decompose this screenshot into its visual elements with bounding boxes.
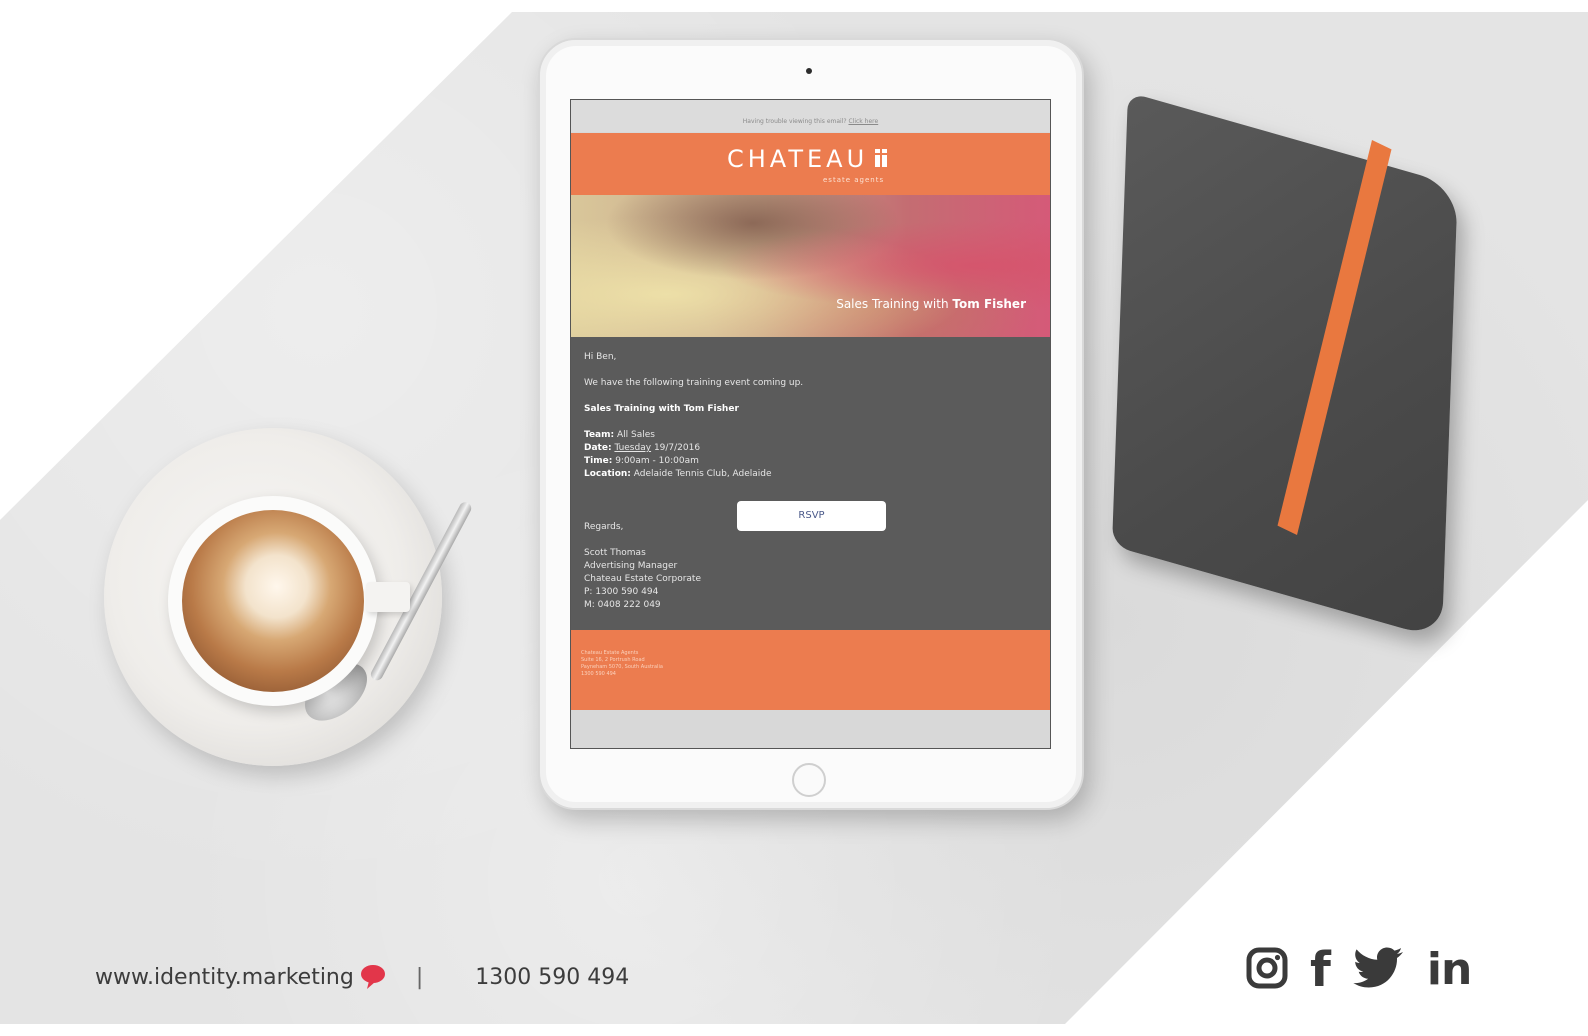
cup-handle [366,582,410,612]
signature-company: Chateau Estate Corporate [584,574,701,584]
email-preheader: Having trouble viewing this email? Click… [571,100,1050,132]
location-line: Location: Adelaide Tennis Club, Adelaide [584,468,1037,481]
location-label: Location: [584,469,631,479]
camera-icon [806,68,812,74]
notebook [1112,92,1458,640]
time-label: Time: [584,456,613,466]
instagram-icon[interactable] [1246,947,1288,993]
speech-bubble-icon [360,964,386,990]
footer-line: 1300 590 494 [581,671,616,677]
brand-logo-mark-icon [875,149,889,167]
time-value: 9:00am - 10:00am [615,456,699,466]
brand-tagline: estate agents [823,176,885,184]
date-value: 19/7/2016 [653,443,701,453]
phone-number[interactable]: 1300 590 494 [475,965,629,990]
email-body: Hi Ben, We have the following training e… [571,337,1050,630]
location-value: Adelaide Tennis Club, Adelaide [633,469,772,479]
event-title: Sales Training with Tom Fisher [584,404,739,414]
linkedin-icon[interactable]: in [1427,946,1472,994]
email-footer: Chateau Estate Agents Suite 16, 2 Portru… [571,630,1050,710]
signature-phone: P: 1300 590 494 [584,587,659,597]
site-footer: www.identity.marketing | 1300 590 494 [95,960,629,994]
hero-caption-name: Tom Fisher [952,297,1026,311]
time-line: Time: 9:00am - 10:00am [584,455,1037,468]
date-line: Date: Tuesday 19/7/2016 [584,442,1037,455]
greeting: Hi Ben, [584,352,617,362]
team-label: Team: [584,430,615,440]
footer-divider: | [415,964,424,990]
date-label: Date: [584,443,612,453]
home-button[interactable] [792,763,826,797]
signature-title: Advertising Manager [584,561,678,571]
email-brand-bar: CHATEAU estate agents [571,133,1050,195]
intro-text: We have the following training event com… [584,378,804,388]
signature-name: Scott Thomas [584,548,646,558]
date-day: Tuesday [614,443,652,453]
social-links: f in [1246,946,1472,994]
website-link[interactable]: www.identity.marketing [95,965,354,990]
email-hero-image: Sales Training with Tom Fisher [571,195,1050,337]
team-value: All Sales [616,430,655,440]
email-bottom-margin [571,710,1050,748]
signature-mobile: M: 0408 222 049 [584,600,661,610]
team-line: Team: All Sales [584,429,1037,442]
hero-caption-prefix: Sales Training with [836,297,949,311]
facebook-icon[interactable]: f [1310,946,1331,994]
tablet-screen: Having trouble viewing this email? Click… [570,99,1051,749]
footer-line: Payneham 5070, South Australia [581,664,663,670]
footer-line: Chateau Estate Agents [581,650,639,656]
preheader-text: Having trouble viewing this email? [742,118,847,125]
footer-line: Suite 16, 2 Portrush Road [581,657,645,663]
rsvp-button[interactable]: RSVP [737,501,886,531]
brand-logo-text: CHATEAU [727,145,869,173]
preheader-link[interactable]: Click here [848,118,878,125]
twitter-icon[interactable] [1353,947,1405,993]
hero-caption: Sales Training with Tom Fisher [836,297,1026,311]
coffee-latte [182,510,364,692]
